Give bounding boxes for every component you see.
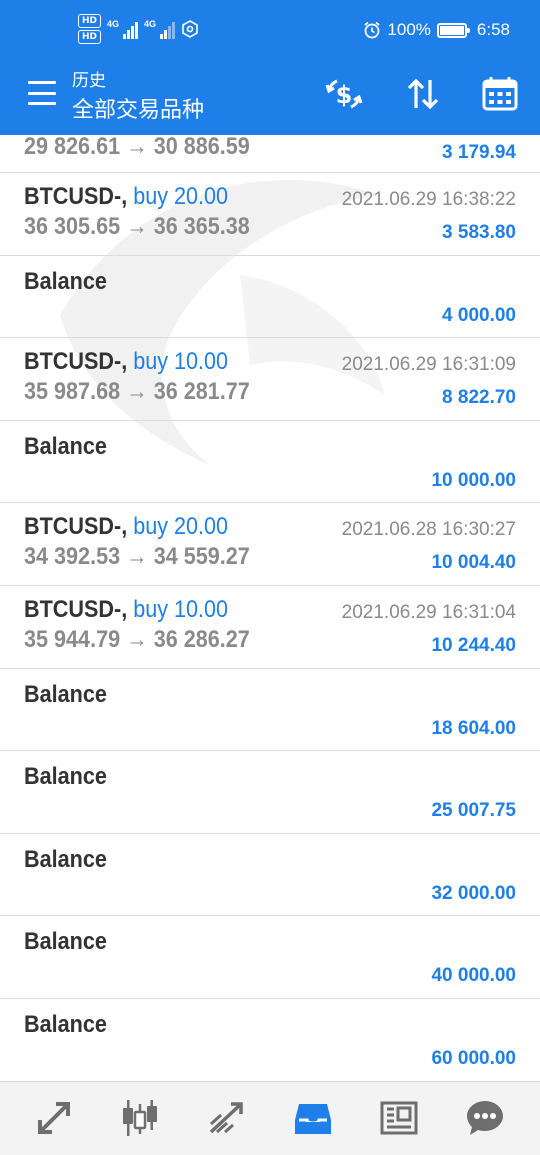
hd-badge-2: HD (78, 30, 102, 44)
history-icon (295, 1104, 331, 1134)
bottom-navigation (0, 1081, 540, 1155)
trade-symbol: BTCUSD-, (24, 348, 128, 376)
nav-quotes[interactable] (31, 1095, 77, 1141)
network-type-2: 4G (144, 19, 157, 29)
trade-row[interactable]: BTCUSD-, buy 10.00 2021.06.29 16:31:09 3… (0, 338, 540, 421)
trade-time: 2021.06.28 16:30:27 (341, 519, 516, 541)
network-type-1: 4G (107, 19, 120, 29)
balance-row[interactable]: Balance 60 000.00 (0, 999, 540, 1081)
balance-amount: 18 604.00 (431, 717, 516, 739)
status-bar-left: HD HD 4G 4G (78, 14, 199, 44)
status-bar-right: 100% 6:58 (363, 20, 510, 40)
trade-side: buy 20.00 (133, 183, 229, 210)
balance-amount: 25 007.75 (431, 800, 516, 822)
balance-label: Balance (24, 763, 107, 791)
balance-label: Balance (24, 1010, 107, 1038)
price-range: 34 392.53 → 34 559.27 (24, 543, 250, 571)
trade-icon (209, 1102, 243, 1134)
profit-value: 3 583.80 (442, 222, 516, 243)
chat-icon (467, 1101, 503, 1135)
price-range: 35 987.68 → 36 281.77 (24, 378, 250, 406)
nav-news[interactable] (376, 1095, 422, 1141)
battery-icon (436, 22, 470, 38)
trade-time: 2021.06.29 16:31:09 (341, 354, 516, 376)
dollar-exchange-icon: $ (325, 79, 363, 109)
sort-arrows-icon (407, 78, 439, 110)
svg-text:$: $ (336, 81, 353, 109)
profit-value: 10 244.40 (431, 634, 516, 656)
app-bar: 历史 全部交易品种 $ (0, 62, 540, 135)
balance-row[interactable]: Balance 40 000.00 (0, 916, 540, 999)
balance-row[interactable]: Balance 25 007.75 (0, 751, 540, 834)
profit-value: 3 179.94 (442, 142, 516, 163)
trade-side: buy 20.00 (133, 513, 229, 541)
trade-time: 2021.06.29 16:31:04 (341, 601, 516, 623)
signal-icon-2: 4G (144, 19, 176, 39)
history-list[interactable]: 29 826.61 → 30 886.59 3 179.94 BTCUSD-, … (0, 135, 540, 1081)
nav-history[interactable] (290, 1095, 336, 1141)
balance-amount: 40 000.00 (431, 965, 516, 987)
trade-row[interactable]: BTCUSD-, buy 10.00 2021.06.29 16:31:04 3… (0, 586, 540, 669)
balance-row[interactable]: Balance 4 000.00 (0, 256, 540, 339)
balance-label: Balance (24, 432, 107, 460)
trade-symbol-line: BTCUSD-, buy 10.00 (24, 348, 228, 376)
balance-row[interactable]: Balance 32 000.00 (0, 834, 540, 917)
trade-side: buy 10.00 (133, 595, 229, 623)
nav-trade[interactable] (204, 1095, 250, 1141)
chart-icon (123, 1100, 157, 1136)
balance-row[interactable]: Balance 10 000.00 (0, 421, 540, 504)
price-range: 36 305.65 → 36 365.38 (24, 213, 250, 240)
list-item-partial[interactable]: 29 826.61 → 30 886.59 3 179.94 (0, 135, 540, 173)
balance-amount: 10 000.00 (431, 469, 516, 491)
trade-row[interactable]: BTCUSD-, buy 20.00 2021.06.29 16:38:22 3… (0, 173, 540, 256)
signal-icon-1: 4G (107, 19, 139, 39)
trade-side: buy 10.00 (133, 348, 229, 376)
battery-percent: 100% (387, 20, 431, 39)
balance-label: Balance (24, 680, 107, 708)
status-time: 6:58 (476, 20, 510, 39)
nfc-icon (182, 20, 198, 38)
symbol-filter-title[interactable]: 全部交易品种 (72, 92, 204, 124)
hd-badges: HD HD (78, 14, 102, 44)
balance-amount: 60 000.00 (431, 1047, 516, 1069)
nav-chat[interactable] (462, 1095, 508, 1141)
trade-symbol: BTCUSD-, (24, 513, 128, 541)
profit-value: 8 822.70 (442, 387, 516, 409)
quotes-icon (38, 1102, 70, 1134)
trade-symbol: BTCUSD-, (24, 595, 128, 623)
price-range: 35 944.79 → 36 286.27 (24, 625, 250, 653)
balance-amount: 4 000.00 (442, 304, 516, 326)
menu-icon[interactable] (28, 81, 56, 105)
balance-label: Balance (24, 845, 107, 873)
news-icon (380, 1101, 418, 1135)
page-title-small: 历史 (72, 71, 106, 91)
balance-label: Balance (24, 267, 107, 295)
alarm-icon (364, 21, 380, 39)
trade-time: 2021.06.29 16:38:22 (341, 189, 516, 210)
trade-symbol: BTCUSD-, (24, 183, 128, 210)
balance-amount: 32 000.00 (431, 882, 516, 904)
status-bar: HD HD 4G 4G 100% 6:58 (0, 0, 540, 62)
calendar-icon (482, 77, 518, 111)
sort-button[interactable] (401, 72, 445, 116)
trade-row[interactable]: BTCUSD-, buy 20.00 2021.06.28 16:30:27 3… (0, 503, 540, 586)
profit-value: 10 004.40 (431, 552, 516, 574)
trade-symbol-line: BTCUSD-, buy 20.00 (24, 183, 228, 211)
calendar-button[interactable] (478, 72, 522, 116)
price-range: 29 826.61 → 30 886.59 (24, 135, 250, 160)
trade-symbol-line: BTCUSD-, buy 20.00 (24, 513, 228, 541)
deposit-filter-button[interactable]: $ (322, 72, 366, 116)
trade-symbol-line: BTCUSD-, buy 10.00 (24, 596, 228, 624)
nav-charts[interactable] (117, 1095, 163, 1141)
balance-label: Balance (24, 928, 107, 956)
balance-row[interactable]: Balance 18 604.00 (0, 669, 540, 752)
header: HD HD 4G 4G 100% 6:58 历史 全部交易品种 $ (0, 0, 540, 135)
hd-badge-1: HD (78, 14, 102, 28)
